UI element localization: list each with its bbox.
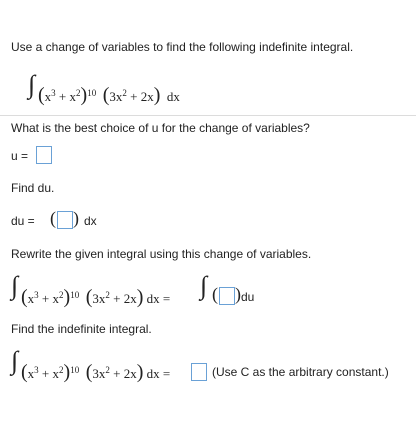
final-answer-input[interactable] [191, 363, 207, 381]
arbitrary-constant-note: (Use C as the arbitrary constant.) [212, 365, 389, 379]
instruction-text: Use a change of variables to find the fo… [11, 40, 354, 54]
question-choice-of-u: What is the best choice of u for the cha… [11, 121, 310, 135]
integral-sign: ∫ [11, 271, 19, 300]
left-paren: ( [50, 208, 56, 228]
question-find-du: Find du. [11, 181, 55, 195]
question-find-integral: Find the indefinite integral. [11, 322, 152, 336]
du-text: du [241, 290, 255, 304]
u-input[interactable] [36, 146, 52, 164]
integral-sign: ∫ [11, 346, 19, 375]
integral-sign: ∫ [28, 70, 36, 99]
left-paren: ( [212, 284, 218, 304]
rewrite-integrand-input[interactable] [219, 287, 235, 305]
right-paren: ) [73, 208, 79, 228]
dx-label: dx [84, 214, 97, 228]
u-label: u = [11, 149, 29, 163]
integrand-power-term: (x3 + x2)10 (3x2 + 2x) dx = [21, 361, 171, 383]
integrand-power-term: (x3 + x2)10 (3x2 + 2x) dx [38, 84, 180, 106]
divider [0, 115, 416, 116]
du-label: du = [11, 214, 35, 228]
du-expression-input[interactable] [57, 211, 73, 229]
question-rewrite: Rewrite the given integral using this ch… [11, 247, 312, 261]
integral-sign-rewrite: ∫ [200, 271, 208, 300]
integrand-power-term: (x3 + x2)10 (3x2 + 2x) dx = [21, 286, 171, 308]
